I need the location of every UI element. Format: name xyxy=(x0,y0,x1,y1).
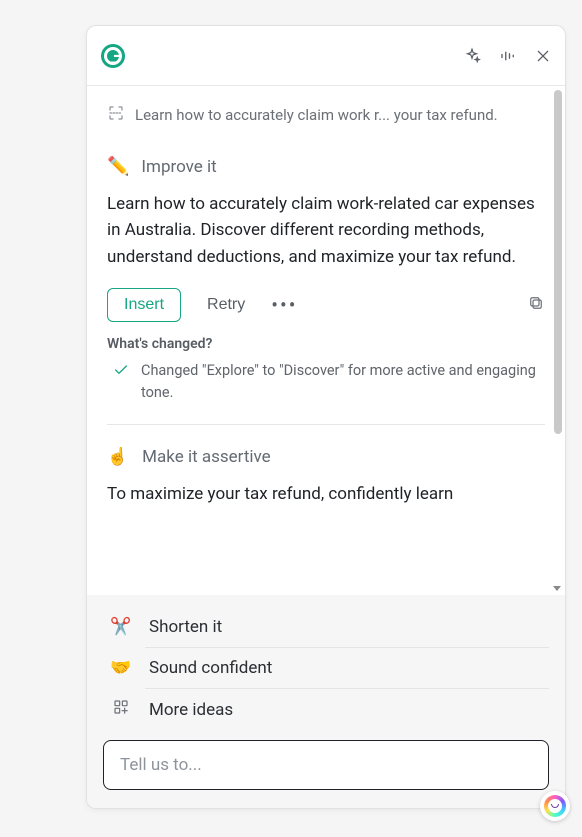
close-icon[interactable] xyxy=(535,48,551,64)
quick-actions-list: ✂️ Shorten it 🤝 Sound confident M xyxy=(103,607,549,730)
more-options-icon[interactable]: ••• xyxy=(271,293,297,317)
panel-footer: ✂️ Shorten it 🤝 Sound confident M xyxy=(87,595,565,808)
smile-icon xyxy=(551,804,559,808)
improve-body: Learn how to accurately claim work-relat… xyxy=(107,191,545,270)
change-item: Changed "Explore" to "Discover" for more… xyxy=(107,360,545,425)
copy-icon[interactable] xyxy=(527,294,545,316)
grammarly-panel: Learn how to accurately claim work r... … xyxy=(86,25,566,809)
quick-action-shorten[interactable]: ✂️ Shorten it xyxy=(103,607,549,647)
improve-title-row: ✏️ Improve it xyxy=(107,156,545,177)
panel-header xyxy=(87,26,565,86)
assertive-title-row: ☝️ Make it assertive xyxy=(107,447,545,467)
pencil-icon: ✏️ xyxy=(107,156,129,177)
audio-bars-icon[interactable] xyxy=(499,47,517,65)
quick-action-label: Shorten it xyxy=(149,617,222,637)
quick-action-label: More ideas xyxy=(149,700,233,720)
grid-plus-icon xyxy=(109,699,133,720)
prompt-placeholder: Tell us to... xyxy=(120,755,202,775)
suggestions-scroll: Learn how to accurately claim work r... … xyxy=(87,86,565,595)
quick-action-more[interactable]: More ideas xyxy=(103,689,549,730)
quick-action-confident[interactable]: 🤝 Sound confident xyxy=(103,648,549,688)
assertive-body: To maximize your tax refund, confidently… xyxy=(107,481,545,507)
grammarly-logo xyxy=(101,44,125,68)
insert-button[interactable]: Insert xyxy=(107,288,181,322)
improve-actions: Insert Retry ••• xyxy=(107,288,545,322)
change-text: Changed "Explore" to "Discover" for more… xyxy=(141,360,545,404)
sparkle-icon[interactable] xyxy=(463,47,481,65)
chevron-down-icon[interactable] xyxy=(553,586,561,591)
prompt-input[interactable]: Tell us to... xyxy=(103,740,549,790)
header-actions xyxy=(463,47,551,65)
original-text: Learn how to accurately claim work r... … xyxy=(135,106,498,124)
retry-button[interactable]: Retry xyxy=(201,290,251,320)
scrollbar-thumb[interactable] xyxy=(554,90,562,434)
check-icon xyxy=(113,362,129,404)
original-text-row[interactable]: Learn how to accurately claim work r... … xyxy=(107,104,545,126)
quick-action-label: Sound confident xyxy=(149,658,272,678)
handshake-icon: 🤝 xyxy=(109,658,133,678)
improve-title: Improve it xyxy=(141,157,216,177)
assistant-fab[interactable] xyxy=(540,791,570,821)
assertive-title: Make it assertive xyxy=(142,447,271,467)
scissors-icon: ✂️ xyxy=(109,617,133,637)
whats-changed-heading: What's changed? xyxy=(107,336,545,352)
point-up-icon: ☝️ xyxy=(107,447,128,467)
scan-icon xyxy=(107,104,125,126)
